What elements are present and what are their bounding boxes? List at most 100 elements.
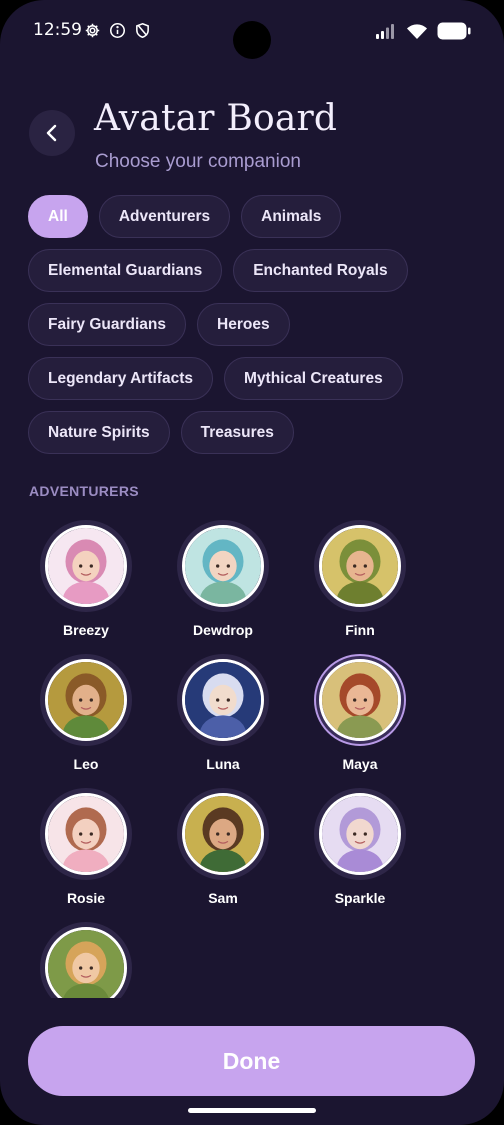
- shield-icon: [136, 22, 149, 39]
- avatar-ring: [40, 520, 132, 612]
- avatar-ring: [40, 654, 132, 746]
- avatar-portrait: [48, 528, 124, 604]
- avatar-name: Dewdrop: [193, 622, 253, 638]
- avatar-eye: [363, 564, 367, 568]
- category-row: Legendary Artifacts Mythical Creatures: [28, 357, 478, 400]
- avatar-option[interactable]: Maya: [314, 654, 406, 772]
- status-time: 12:59: [33, 20, 82, 40]
- avatar-image: [45, 525, 127, 607]
- avatar-name: Maya: [342, 756, 378, 772]
- avatar-option[interactable]: Luna: [177, 654, 269, 772]
- avatar-eye: [79, 832, 83, 836]
- page-subtitle: Choose your companion: [95, 151, 301, 172]
- avatar-name: Sam: [208, 890, 238, 906]
- avatar-face: [346, 550, 374, 582]
- category-row: Elemental Guardians Enchanted Royals: [28, 249, 478, 292]
- avatar-eye: [216, 564, 220, 568]
- section-heading: ADVENTURERS: [29, 483, 139, 499]
- avatar-eye: [363, 698, 367, 702]
- avatar-face: [346, 818, 374, 850]
- category-chip[interactable]: All: [28, 195, 88, 238]
- page-title: Avatar Board: [94, 98, 338, 139]
- avatar-ring: [40, 922, 132, 998]
- category-chip[interactable]: Elemental Guardians: [28, 249, 223, 292]
- avatar-option[interactable]: [40, 922, 132, 998]
- avatar-name: Finn: [345, 622, 375, 638]
- category-chip[interactable]: Nature Spirits: [28, 411, 170, 454]
- avatar-portrait: [185, 662, 261, 738]
- avatar-image: [319, 793, 401, 875]
- avatar-face: [346, 684, 374, 716]
- avatar-eye: [89, 966, 93, 970]
- avatar-eye: [353, 564, 357, 568]
- avatar-ring: [40, 788, 132, 880]
- avatar-face: [209, 684, 237, 716]
- category-chip[interactable]: Enchanted Royals: [233, 249, 408, 292]
- avatar-ring: [314, 520, 406, 612]
- avatar-eye: [226, 832, 230, 836]
- avatar-image: [319, 525, 401, 607]
- avatar-eye: [216, 832, 220, 836]
- avatar-portrait: [322, 796, 398, 872]
- phone-screen: 12:59 Avatar Board Choose your companion…: [0, 0, 504, 1125]
- avatar-eye: [79, 564, 83, 568]
- category-row: Nature Spirits Treasures: [28, 411, 478, 454]
- status-left-icons: [84, 22, 151, 39]
- info-icon: [109, 22, 126, 39]
- avatar-option[interactable]: Sparkle: [314, 788, 406, 906]
- avatar-name: Leo: [73, 756, 99, 772]
- avatar-option[interactable]: Breezy: [40, 520, 132, 638]
- avatar-face: [72, 818, 100, 850]
- avatar-option[interactable]: Leo: [40, 654, 132, 772]
- avatar-face: [72, 550, 100, 582]
- category-row: Fairy Guardians Heroes: [28, 303, 478, 346]
- back-button[interactable]: [29, 110, 75, 156]
- avatar-name: Breezy: [63, 622, 109, 638]
- avatar-portrait: [185, 796, 261, 872]
- avatar-image: [319, 659, 401, 741]
- avatar-image: [45, 659, 127, 741]
- avatar-eye: [89, 564, 93, 568]
- category-chip[interactable]: Legendary Artifacts: [28, 357, 213, 400]
- category-chip[interactable]: Fairy Guardians: [28, 303, 187, 346]
- avatar-face: [72, 952, 100, 984]
- status-bar: 12:59: [0, 0, 504, 60]
- avatar-ring: [177, 654, 269, 746]
- avatar-face: [209, 550, 237, 582]
- category-chip[interactable]: Adventurers: [98, 195, 231, 238]
- avatar-portrait: [185, 528, 261, 604]
- category-chip[interactable]: Animals: [241, 195, 342, 238]
- avatar-eye: [363, 832, 367, 836]
- avatar-option[interactable]: Sam: [177, 788, 269, 906]
- category-chip[interactable]: Mythical Creatures: [224, 357, 403, 400]
- avatar-name: Rosie: [66, 890, 106, 906]
- avatar-name: Luna: [206, 756, 240, 772]
- avatar-image: [45, 927, 127, 998]
- avatar-ring: [314, 788, 406, 880]
- category-chip[interactable]: Heroes: [197, 303, 290, 346]
- avatar-grid: Breezy Dewdrop Finn Leo Luna Maya Rosie Sam Spar…: [40, 520, 460, 998]
- avatar-eye: [79, 698, 83, 702]
- avatar-ring: [177, 788, 269, 880]
- status-right-icons: [375, 22, 471, 40]
- gear-icon: [85, 23, 100, 38]
- avatar-option[interactable]: Dewdrop: [177, 520, 269, 638]
- avatar-name: Sparkle: [334, 890, 386, 906]
- battery-icon: [437, 22, 471, 40]
- avatar-portrait: [322, 528, 398, 604]
- avatar-eye: [353, 698, 357, 702]
- avatar-portrait: [48, 662, 124, 738]
- avatar-eye: [89, 698, 93, 702]
- home-indicator: [188, 1108, 316, 1113]
- wifi-icon: [407, 23, 427, 39]
- avatar-eye: [353, 832, 357, 836]
- avatar-eye: [226, 698, 230, 702]
- avatar-image: [182, 525, 264, 607]
- avatar-option[interactable]: Rosie: [40, 788, 132, 906]
- avatar-image: [182, 659, 264, 741]
- category-chip[interactable]: Treasures: [180, 411, 294, 454]
- avatar-eye: [216, 698, 220, 702]
- chevron-left-icon: [46, 124, 57, 142]
- done-button[interactable]: Done: [28, 1026, 475, 1096]
- avatar-option[interactable]: Finn: [314, 520, 406, 638]
